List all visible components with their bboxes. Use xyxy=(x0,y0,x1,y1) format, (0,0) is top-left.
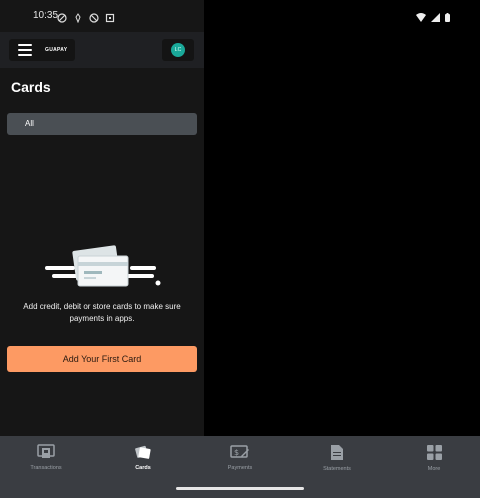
add-first-card-button[interactable]: Add Your First Card xyxy=(7,346,197,372)
statements-icon xyxy=(331,445,343,460)
empty-right-pane xyxy=(204,0,480,436)
blocked-icon xyxy=(89,10,99,23)
brand-logo: GUAPAY xyxy=(45,47,68,53)
nav-label: Statements xyxy=(323,466,351,472)
signal-icon xyxy=(431,9,440,27)
status-time: 10:35 xyxy=(33,10,59,21)
dnd-icon xyxy=(57,10,67,23)
nav-label: Transactions xyxy=(30,465,62,471)
nav-label: More xyxy=(427,466,441,472)
svg-text:$: $ xyxy=(234,448,239,457)
menu-button[interactable]: GUAPAY xyxy=(9,39,75,61)
hamburger-icon xyxy=(18,44,32,56)
more-grid-icon xyxy=(426,445,442,460)
empty-cards-illustration xyxy=(45,245,161,287)
wifi-icon xyxy=(416,9,426,27)
card-filter-dropdown[interactable]: All xyxy=(7,113,197,135)
filter-selected-value: All xyxy=(25,119,34,128)
app-top-bar: GUAPAY LC xyxy=(0,32,204,68)
avatar: LC xyxy=(171,43,185,57)
nav-item-more[interactable]: More xyxy=(394,444,474,472)
transactions-icon xyxy=(37,444,55,458)
home-indicator[interactable] xyxy=(176,487,304,490)
profile-button[interactable]: LC xyxy=(162,39,194,61)
cards-icon xyxy=(135,445,151,459)
nav-item-payments[interactable]: $ Payments xyxy=(200,444,280,471)
data-saver-icon xyxy=(73,10,83,24)
status-bar: 10:35 xyxy=(0,0,480,32)
nav-item-statements[interactable]: Statements xyxy=(297,444,377,472)
notification-icon xyxy=(105,10,115,23)
nav-label: Payments xyxy=(227,465,253,471)
nav-label: Cards xyxy=(135,465,151,471)
empty-state-message: Add credit, debit or store cards to make… xyxy=(23,302,181,323)
payments-icon: $ xyxy=(230,445,249,458)
battery-icon xyxy=(445,9,450,27)
page-title: Cards xyxy=(11,79,51,95)
nav-item-cards[interactable]: Cards xyxy=(103,444,183,471)
nav-item-transactions[interactable]: Transactions xyxy=(6,444,86,471)
